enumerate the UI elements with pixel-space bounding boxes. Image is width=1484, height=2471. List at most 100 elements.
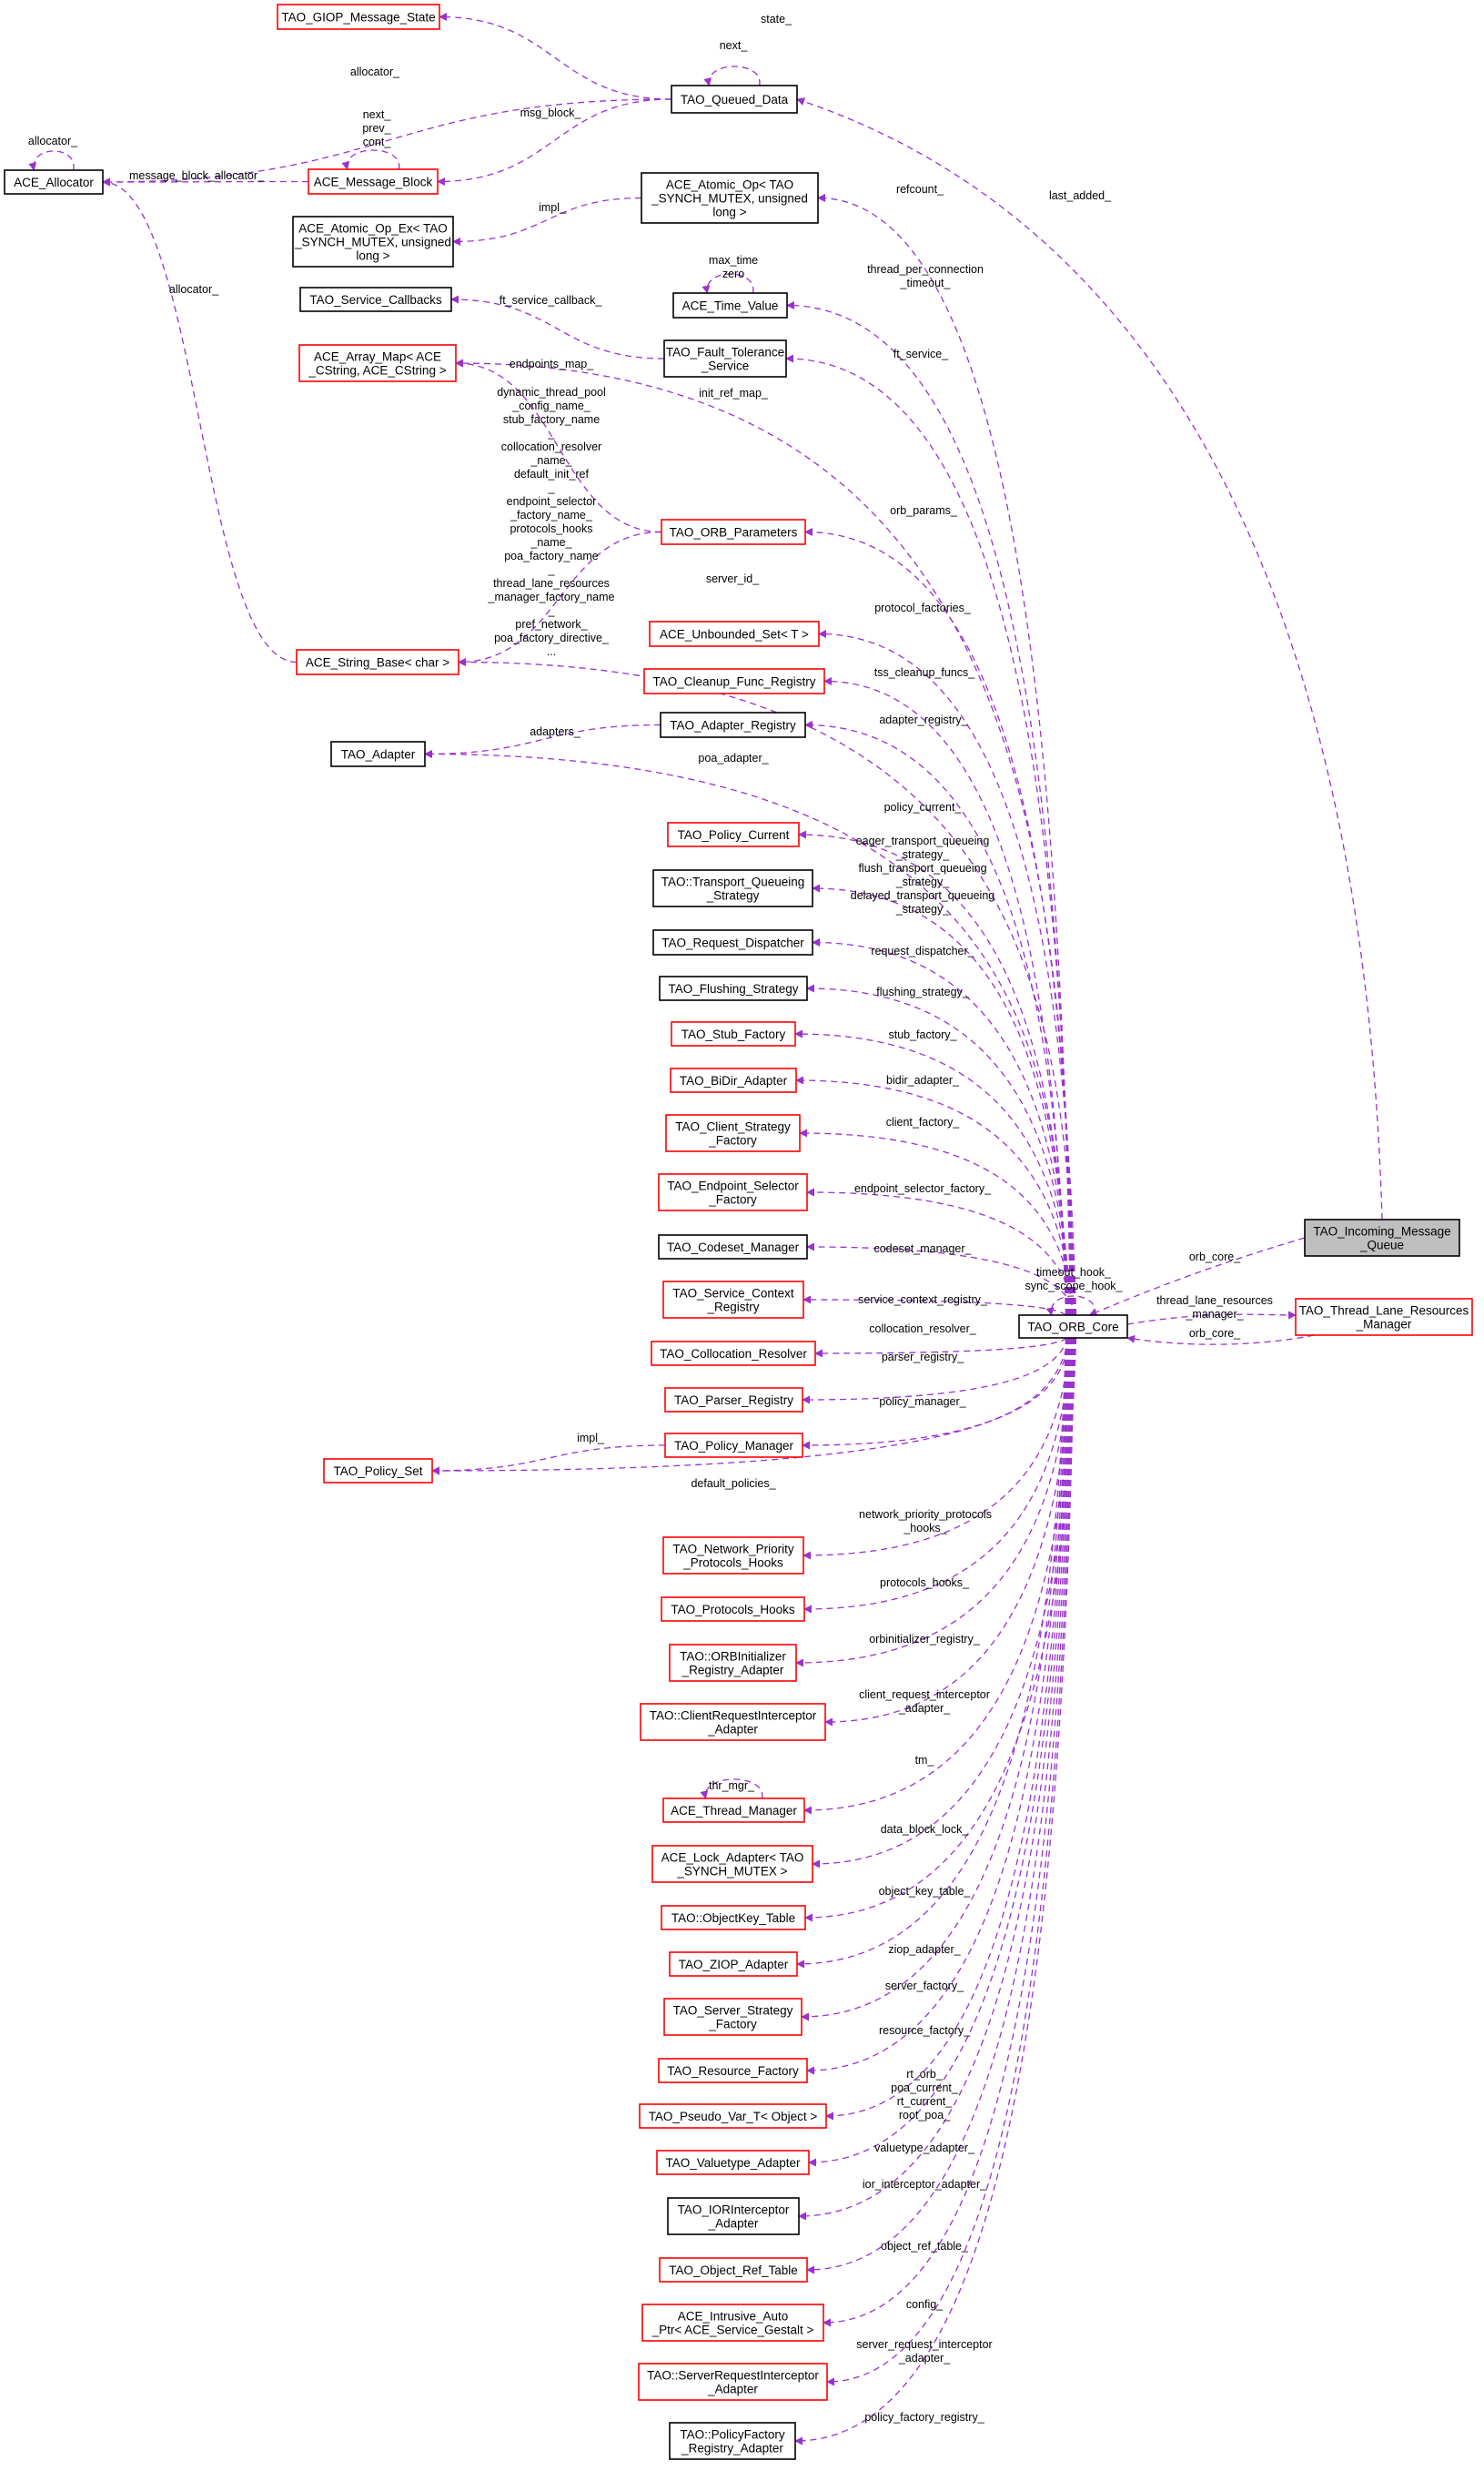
class-node-policyfac[interactable]: TAO::PolicyFactory_Registry_Adapter — [669, 2422, 796, 2460]
edge-line — [808, 1337, 1071, 2167]
class-node-intrusive[interactable]: ACE_Intrusive_Auto_Ptr< ACE_Service_Gest… — [641, 2304, 824, 2342]
class-node-orbcore[interactable]: TAO_ORB_Core — [1018, 1314, 1128, 1339]
node-label: TAO_Valuetype_Adapter — [665, 2156, 801, 2170]
class-node-serversf[interactable]: TAO_Server_Strategy_Factory — [663, 1998, 803, 2036]
class-node-objkey[interactable]: TAO::ObjectKey_Table — [661, 1905, 806, 1930]
node-label: TAO_Pseudo_Var_T< Object > — [649, 2110, 818, 2123]
class-node-reqdisp[interactable]: TAO_Request_Dispatcher — [652, 929, 813, 956]
edge-label-line: protocols_hooks_ — [880, 1576, 970, 1589]
class-node-arraymap[interactable]: ACE_Array_Map< ACE_CString, ACE_CString … — [298, 344, 457, 382]
edge-label-flush: flushing_strategy_ — [876, 986, 970, 998]
edge-label-thrself: thr_mgr_ — [709, 1779, 755, 1792]
class-node-endpointsf[interactable]: TAO_Endpoint_Selector_Factory — [658, 1173, 808, 1211]
class-node-thrmgr[interactable]: ACE_Thread_Manager — [662, 1798, 805, 1823]
class-node-serverreq[interactable]: TAO::ServerRequestInterceptor_Adapter — [638, 2363, 828, 2401]
class-node-queued[interactable]: TAO_Queued_Data — [671, 85, 798, 114]
class-node-objref[interactable]: TAO_Object_Ref_Table — [659, 2257, 808, 2283]
class-node-bidir[interactable]: TAO_BiDir_Adapter — [670, 1068, 797, 1093]
edge-label-ftsvc: ft_service_ — [893, 348, 949, 360]
edge-label-line: message_block_allocator_ — [129, 169, 265, 182]
edge-label-refcount: refcount_ — [896, 183, 944, 196]
class-node-ziop[interactable]: TAO_ZIOP_Adapter — [669, 1951, 798, 1977]
class-node-stringbase[interactable]: ACE_String_Base< char > — [296, 649, 459, 675]
node-label: ACE_Time_Value — [682, 299, 779, 313]
class-node-orbparams[interactable]: TAO_ORB_Parameters — [661, 519, 806, 545]
class-node-adapter[interactable]: TAO_Adapter — [330, 741, 426, 767]
edge-label-line: pref_network_ — [515, 618, 588, 631]
node-label: ACE_Intrusive_Auto — [678, 2310, 789, 2324]
edge-label-line: config_ — [906, 2298, 944, 2311]
class-node-policycurrent[interactable]: TAO_Policy_Current — [667, 822, 800, 847]
class-node-unbounded[interactable]: ACE_Unbounded_Set< T > — [649, 621, 820, 647]
class-node-protohooks[interactable]: TAO_Protocols_Hooks — [661, 1596, 805, 1622]
class-node-cleanup[interactable]: TAO_Cleanup_Func_Registry — [643, 668, 825, 694]
class-node-netprio[interactable]: TAO_Network_Priority_Protocols_Hooks — [662, 1536, 804, 1575]
edge-label-stub: stub_factory_ — [888, 1028, 957, 1041]
edge-line — [703, 66, 761, 86]
class-node-timevalue[interactable]: ACE_Time_Value — [672, 292, 788, 319]
class-node-alloc[interactable]: ACE_Allocator — [4, 169, 104, 195]
class-node-msgblock[interactable]: ACE_Message_Block — [308, 168, 439, 195]
class-node-stubfac[interactable]: TAO_Stub_Factory — [671, 1021, 796, 1047]
node-label: TAO_GIOP_Message_State — [281, 11, 435, 25]
class-node-resfac[interactable]: TAO_Resource_Factory — [658, 2058, 808, 2083]
edge-label-endpoints: endpoints_map_ — [510, 358, 594, 370]
edge-label-valuetype: valuetype_adapter_ — [874, 2142, 975, 2154]
edge-label-line: poa_current_ — [891, 2081, 959, 2094]
edge-label-line: _strategy_ — [895, 903, 950, 916]
class-node-codeset[interactable]: TAO_Codeset_Manager — [658, 1234, 808, 1260]
edge-label-line: thr_mgr_ — [709, 1779, 755, 1792]
edge-label-line: sync_scope_hook_ — [1025, 1280, 1123, 1292]
edge-label-line: ft_service_ — [893, 348, 949, 360]
edge-label-line: tm_ — [915, 1754, 935, 1767]
edge-tm — [803, 1337, 1075, 1815]
edge-label-line: rt_orb_ — [906, 2068, 944, 2081]
edge-label-clientf: client_factory_ — [886, 1116, 961, 1129]
edge-label-tm: tm_ — [915, 1754, 935, 1767]
class-node-atomicex[interactable]: ACE_Atomic_Op_Ex< TAO_SYNCH_MUTEX, unsig… — [292, 216, 454, 268]
edge-label-line: valuetype_adapter_ — [874, 2142, 975, 2154]
class-node-svccb[interactable]: TAO_Service_Callbacks — [299, 287, 452, 312]
class-node-lockadapter[interactable]: ACE_Lock_Adapter< TAO_SYNCH_MUTEX > — [651, 1845, 813, 1883]
edge-label-line: root_poa_ — [899, 2109, 951, 2122]
node-label: ACE_Atomic_Op_Ex< TAO — [298, 222, 447, 236]
class-node-clientreq[interactable]: TAO::ClientRequestInterceptor_Adapter — [640, 1703, 826, 1741]
class-node-atomic[interactable]: ACE_Atomic_Op< TAO_SYNCH_MUTEX, unsigned… — [641, 172, 819, 224]
class-node-svcctx[interactable]: TAO_Service_Context_Registry — [662, 1281, 804, 1319]
edge-label-line: allocator_ — [169, 283, 219, 296]
edge-pseudo — [825, 1337, 1070, 2121]
class-node-policyset[interactable]: TAO_Policy_Set — [323, 1458, 433, 1484]
class-node-policymgr[interactable]: TAO_Policy_Manager — [664, 1433, 803, 1458]
class-node-orbinit[interactable]: TAO::ORBInitializer_Registry_Adapter — [669, 1644, 797, 1682]
edge-label-impl: impl_ — [539, 201, 567, 214]
edge-label-line: _config_name_ — [511, 400, 591, 412]
node-label: TAO_Endpoint_Selector — [667, 1180, 799, 1193]
class-node-parser[interactable]: TAO_Parser_Registry — [664, 1387, 803, 1413]
class-node-colloc[interactable]: TAO_Collocation_Resolver — [651, 1341, 816, 1366]
edge-label-line: init_ref_map_ — [699, 387, 769, 400]
node-label: long > — [356, 249, 389, 263]
class-node-ft[interactable]: TAO_Fault_Tolerance_Service — [663, 339, 787, 378]
class-node-flushing[interactable]: TAO_Flushing_Strategy — [659, 976, 808, 1001]
node-label: TAO_Service_Context — [672, 1287, 794, 1301]
edge-label-line: client_request_interceptor — [859, 1688, 990, 1701]
edge-label-line: _timeout_ — [900, 277, 952, 289]
edge-label-line: flush_transport_queueing — [858, 862, 986, 875]
node-label: TAO_Policy_Set — [333, 1464, 422, 1478]
node-label: _Strategy — [706, 889, 760, 903]
class-node-pseudovar[interactable]: TAO_Pseudo_Var_T< Object > — [639, 2103, 827, 2129]
edge-label-line: poa_factory_directive_ — [494, 632, 610, 644]
node-label: _Adapter — [708, 2217, 759, 2231]
class-node-iorinter[interactable]: TAO_IORInterceptor_Adapter — [667, 2197, 800, 2235]
class-node-giop[interactable]: TAO_GIOP_Message_State — [277, 4, 440, 30]
class-node-incoming[interactable]: TAO_Incoming_Message_Queue — [1304, 1219, 1460, 1257]
class-node-valuetype[interactable]: TAO_Valuetype_Adapter — [656, 2150, 810, 2175]
class-node-adapterreg[interactable]: TAO_Adapter_Registry — [660, 712, 806, 738]
edge-label-line: adapters_ — [530, 725, 581, 738]
class-node-tqs[interactable]: TAO::Transport_Queueing_Strategy — [652, 869, 813, 907]
edge-label-line: poa_factory_name — [504, 550, 599, 562]
node-label: TAO_Policy_Current — [678, 828, 790, 842]
class-node-clientsf[interactable]: TAO_Client_Strategy_Factory — [665, 1114, 801, 1152]
class-node-tlrm[interactable]: TAO_Thread_Lane_Resources_Manager — [1295, 1298, 1473, 1336]
edge-label-bidir: bidir_adapter_ — [886, 1074, 960, 1087]
